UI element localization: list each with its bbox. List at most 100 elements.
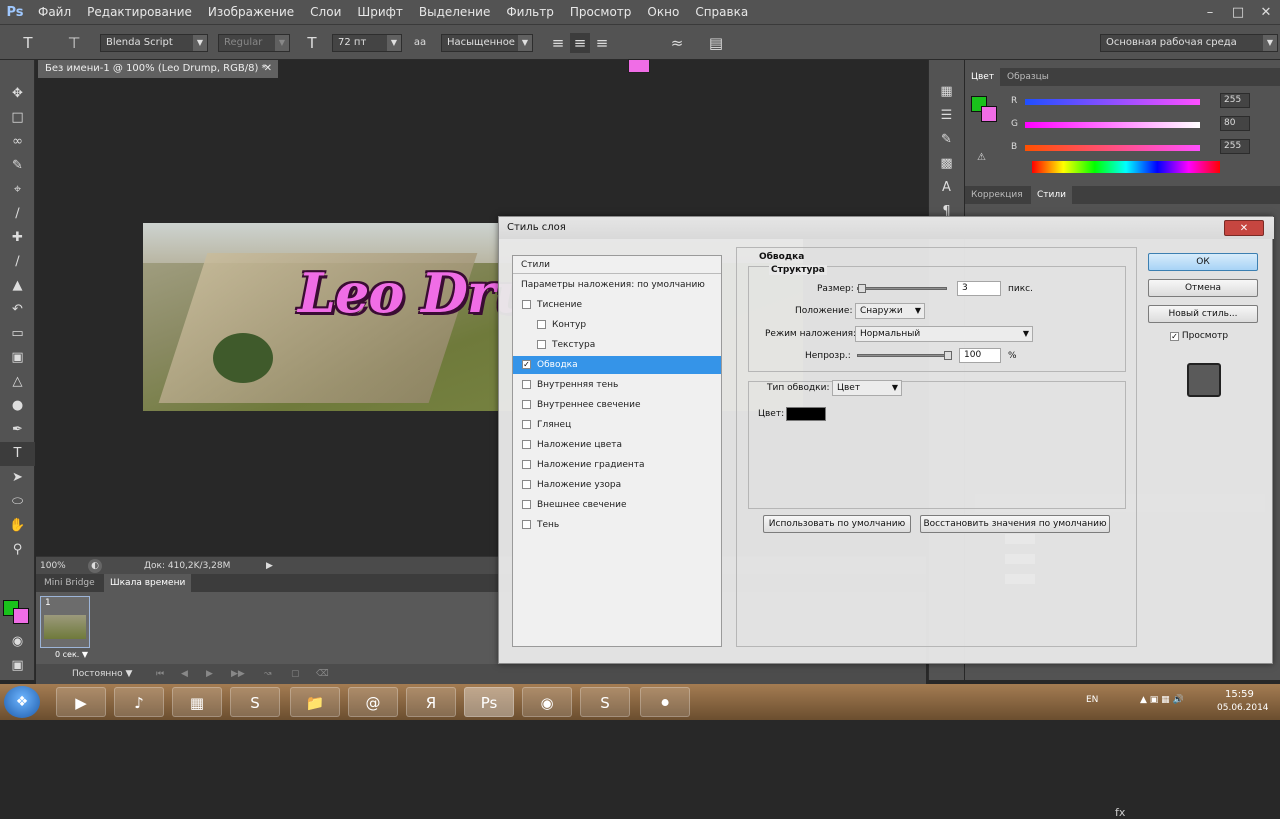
align-center-icon[interactable]: ≡ xyxy=(570,33,590,53)
red-value[interactable]: 255 xyxy=(1220,93,1250,108)
align-right-icon[interactable]: ≡ xyxy=(592,33,612,53)
checkbox[interactable] xyxy=(522,460,531,469)
checkbox[interactable] xyxy=(522,400,531,409)
checkbox[interactable] xyxy=(537,340,546,349)
style-item-inner-glow[interactable]: Внутреннее свечение xyxy=(513,396,721,414)
menu-select[interactable]: Выделение xyxy=(411,0,498,24)
clone-source-panel-icon[interactable]: ▩ xyxy=(929,152,964,176)
color-ramp[interactable] xyxy=(1032,161,1220,173)
language-indicator[interactable]: EN xyxy=(1086,695,1098,705)
styles-list-header[interactable]: Стили xyxy=(513,256,721,274)
prev-frame-icon[interactable]: ◀ xyxy=(181,664,188,684)
move-tool-icon[interactable]: ✥ xyxy=(0,82,35,106)
blur-tool-icon[interactable]: △ xyxy=(0,370,35,394)
menu-edit[interactable]: Редактирование xyxy=(79,0,200,24)
lasso-tool-icon[interactable]: ∞ xyxy=(0,130,35,154)
chrome-icon[interactable]: ◉ xyxy=(522,687,572,717)
reset-default-button[interactable]: Восстановить значения по умолчанию xyxy=(920,515,1110,533)
menu-help[interactable]: Справка xyxy=(687,0,756,24)
explorer-icon[interactable]: 📁 xyxy=(290,687,340,717)
style-item-bevel[interactable]: Тиснение xyxy=(513,296,721,314)
style-item-drop-shadow[interactable]: Тень xyxy=(513,516,721,534)
style-item-texture[interactable]: Текстура xyxy=(513,336,721,354)
healing-brush-tool-icon[interactable]: ✚ xyxy=(0,226,35,250)
crop-tool-icon[interactable]: ⌖ xyxy=(0,178,35,202)
maximize-icon[interactable]: □ xyxy=(1224,2,1252,22)
checkbox[interactable] xyxy=(522,480,531,489)
speaker-app-icon[interactable]: ♪ xyxy=(114,687,164,717)
zoom-level[interactable]: 100% xyxy=(40,557,66,575)
style-item-stroke[interactable]: ✓ Обводка xyxy=(513,356,721,374)
status-menu-arrow-icon[interactable]: ▶ xyxy=(266,557,273,575)
slider-knob[interactable] xyxy=(944,351,952,360)
skype-icon-2[interactable]: S xyxy=(580,687,630,717)
preview-checkbox[interactable]: ✓ Просмотр xyxy=(1170,331,1228,341)
green-value[interactable]: 80 xyxy=(1220,116,1250,131)
workspace-select[interactable]: Основная рабочая среда ▼ xyxy=(1100,34,1278,52)
size-input[interactable]: 3 xyxy=(957,281,1001,296)
character-panel-icon[interactable]: ▤ xyxy=(706,33,726,53)
quick-mask-icon[interactable]: ◉ xyxy=(0,630,35,654)
frame-delay[interactable]: 0 сек. ▼ xyxy=(55,650,88,659)
shape-tool-icon[interactable]: ⬭ xyxy=(0,490,35,514)
hand-tool-icon[interactable]: ✋ xyxy=(0,514,35,538)
text-orientation-icon[interactable]: ⊤ xyxy=(64,33,84,53)
tray-icons[interactable]: ▲ ▣ ▦ 🔊 xyxy=(1140,695,1184,705)
font-family-select[interactable]: Blenda Script ▼ xyxy=(100,34,208,52)
stroke-color-swatch[interactable] xyxy=(786,407,826,421)
media-player-icon[interactable]: ▶ xyxy=(56,687,106,717)
size-slider[interactable] xyxy=(857,284,947,293)
document-tab[interactable]: Без имени-1 @ 100% (Leo Drump, RGB/8) * … xyxy=(38,60,278,78)
style-item-inner-shadow[interactable]: Внутренняя тень xyxy=(513,376,721,394)
align-left-icon[interactable]: ≡ xyxy=(548,33,568,53)
text-color-swatch[interactable] xyxy=(628,59,650,73)
green-slider[interactable] xyxy=(1025,122,1200,128)
style-item-outer-glow[interactable]: Внешнее свечение xyxy=(513,496,721,514)
duplicate-frame-icon[interactable]: ▢ xyxy=(291,664,300,684)
color-panel-background[interactable] xyxy=(981,106,997,122)
ok-button[interactable]: ОК xyxy=(1148,253,1258,271)
font-size-select[interactable]: 72 пт ▼ xyxy=(332,34,402,52)
antialias-select[interactable]: Насыщенное ▼ xyxy=(441,34,533,52)
clone-stamp-tool-icon[interactable]: ▲ xyxy=(0,274,35,298)
record-icon[interactable]: ⚫ xyxy=(640,687,690,717)
tab-swatches[interactable]: Образцы xyxy=(1001,68,1055,86)
checkbox-checked[interactable]: ✓ xyxy=(1170,332,1179,341)
blue-value[interactable]: 255 xyxy=(1220,139,1250,154)
tab-mini-bridge[interactable]: Mini Bridge xyxy=(38,574,101,592)
fill-type-select[interactable]: Цвет ▼ xyxy=(832,380,902,396)
checkbox[interactable] xyxy=(537,320,546,329)
menu-window[interactable]: Окно xyxy=(639,0,687,24)
use-default-button[interactable]: Использовать по умолчанию xyxy=(763,515,911,533)
new-style-button[interactable]: Новый стиль... xyxy=(1148,305,1258,323)
photoshop-task-icon[interactable]: Ps xyxy=(464,687,514,717)
status-info-icon[interactable]: ◐ xyxy=(88,559,102,573)
eraser-tool-icon[interactable]: ▭ xyxy=(0,322,35,346)
clock-time[interactable]: 15:59 xyxy=(1225,689,1254,700)
marquee-tool-icon[interactable]: □ xyxy=(0,106,35,130)
eyedropper-tool-icon[interactable]: ∕ xyxy=(0,202,35,226)
loop-select[interactable]: Постоянно ▼ xyxy=(72,664,132,684)
checkbox[interactable] xyxy=(522,380,531,389)
pen-tool-icon[interactable]: ✒ xyxy=(0,418,35,442)
properties-panel-icon[interactable]: ☰ xyxy=(929,104,964,128)
menu-image[interactable]: Изображение xyxy=(200,0,302,24)
type-tool-icon[interactable]: T xyxy=(0,442,35,466)
clock-date[interactable]: 05.06.2014 xyxy=(1217,703,1269,713)
minimize-icon[interactable]: – xyxy=(1196,2,1224,22)
menu-type[interactable]: Шрифт xyxy=(349,0,411,24)
character-panel-icon[interactable]: A xyxy=(929,176,964,200)
checkbox[interactable] xyxy=(522,420,531,429)
blending-options-item[interactable]: Параметры наложения: по умолчанию xyxy=(513,276,721,294)
mail-agent-icon[interactable]: @ xyxy=(348,687,398,717)
blue-slider[interactable] xyxy=(1025,145,1200,151)
screen-mode-icon[interactable]: ▣ xyxy=(0,654,35,678)
style-item-color-overlay[interactable]: Наложение цвета xyxy=(513,436,721,454)
tab-color[interactable]: Цвет xyxy=(965,68,1001,86)
checkbox-checked[interactable]: ✓ xyxy=(522,360,531,369)
background-color-swatch[interactable] xyxy=(13,608,29,624)
skype-icon[interactable]: S xyxy=(230,687,280,717)
start-button[interactable]: ❖ xyxy=(4,686,40,718)
opacity-input[interactable]: 100 xyxy=(959,348,1001,363)
tab-adjustments[interactable]: Коррекция xyxy=(965,186,1029,204)
